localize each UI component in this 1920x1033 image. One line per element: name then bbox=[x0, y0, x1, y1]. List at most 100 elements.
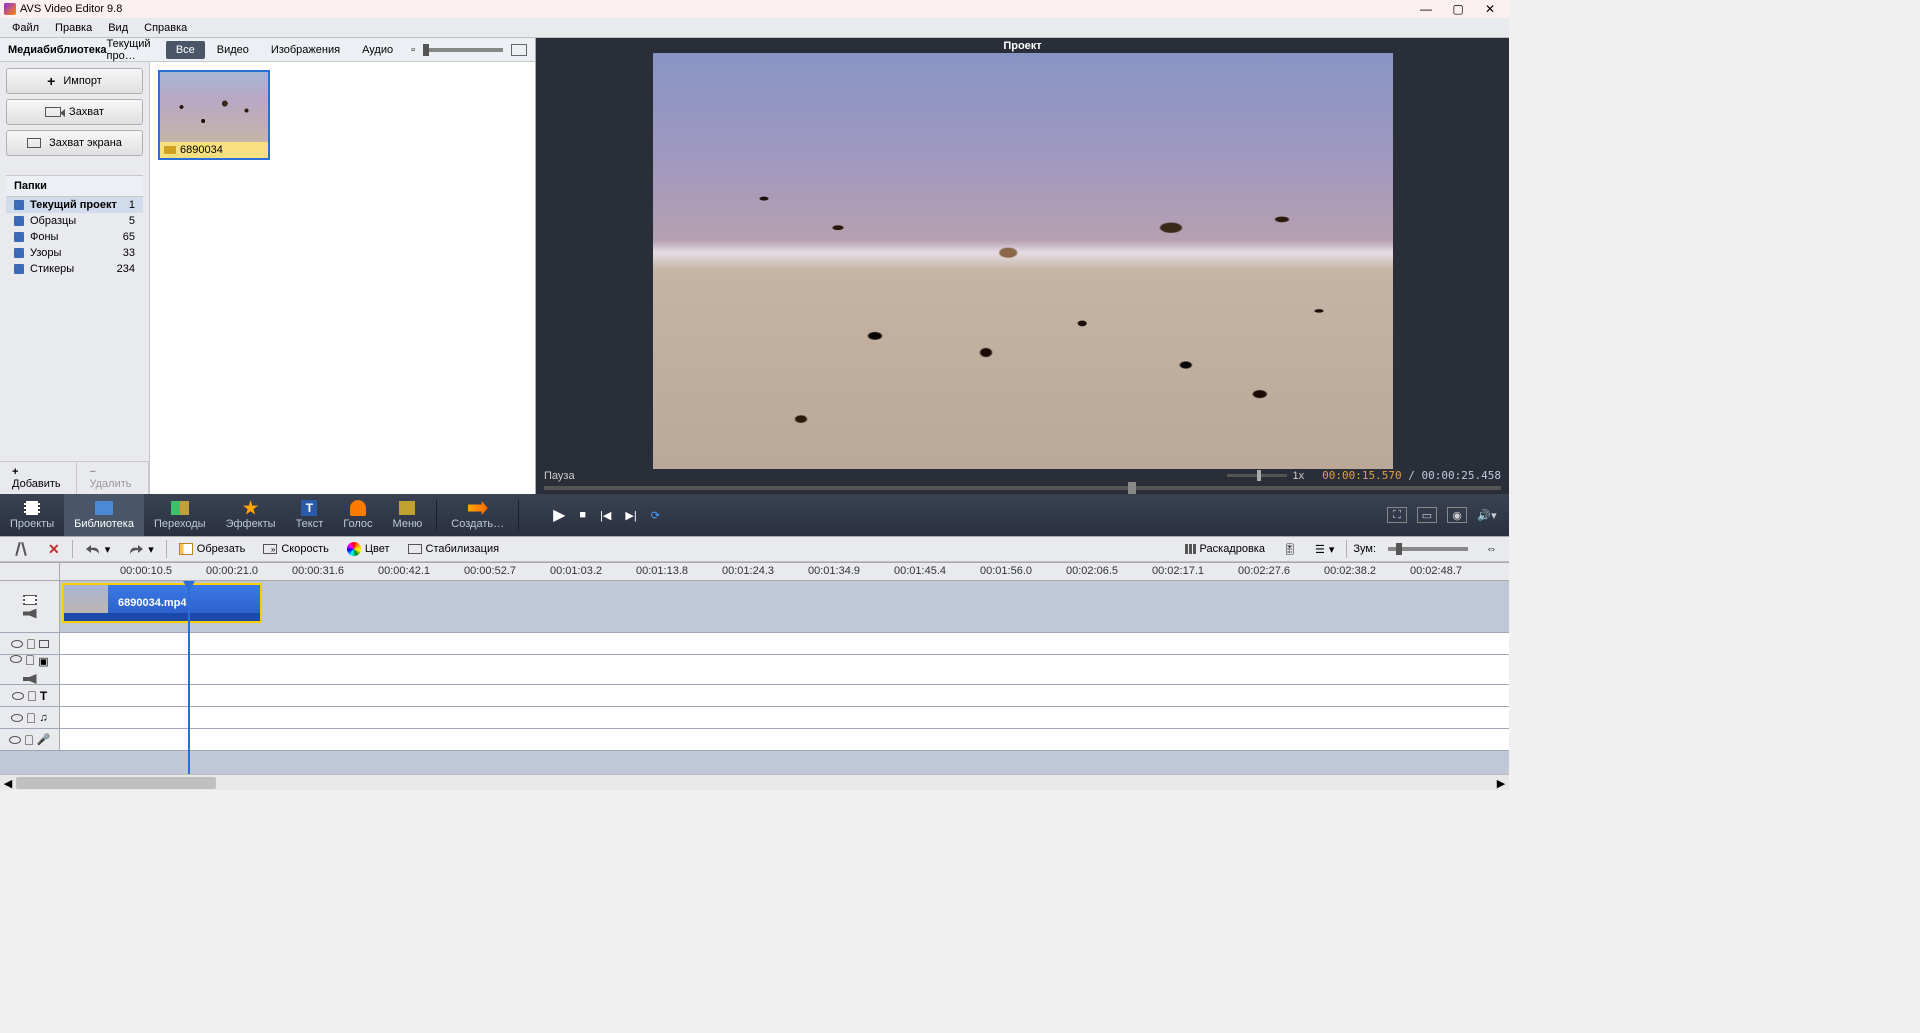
lock-icon[interactable] bbox=[25, 735, 33, 745]
prev-frame-button[interactable]: |◀ bbox=[600, 509, 611, 522]
next-frame-button[interactable]: ▶| bbox=[625, 509, 636, 522]
effects-icon bbox=[241, 500, 261, 516]
folder-name: Образцы bbox=[30, 215, 129, 227]
audio-mixer-button[interactable]: 🎚 bbox=[1277, 541, 1303, 558]
maximize-button[interactable]: ▢ bbox=[1451, 2, 1465, 16]
ribbon-projects[interactable]: Проекты bbox=[0, 494, 64, 536]
snapshot-button[interactable]: ◉ bbox=[1447, 507, 1467, 523]
video-clip[interactable]: 6890034.mp4 bbox=[62, 583, 262, 623]
thumb-small-icon[interactable]: ▫ bbox=[411, 44, 415, 56]
timeline-settings-button[interactable]: ☰▾ bbox=[1309, 541, 1340, 558]
fullscreen-button[interactable]: ⛶ bbox=[1387, 507, 1407, 523]
speed-button[interactable]: » Скорость bbox=[257, 541, 335, 557]
horizontal-scrollbar[interactable]: ◀ ▶ bbox=[0, 774, 1509, 790]
text-icon: T bbox=[40, 689, 47, 703]
ribbon-effects[interactable]: Эффекты bbox=[216, 494, 286, 536]
eye-icon[interactable] bbox=[9, 736, 21, 744]
eye-icon[interactable] bbox=[10, 655, 22, 663]
plus-icon: + bbox=[47, 73, 55, 89]
menu-file[interactable]: Файл bbox=[4, 20, 47, 36]
x-icon: ✕ bbox=[48, 541, 60, 558]
clip-audio-strip bbox=[64, 613, 260, 621]
voice-track-head: 🎤 bbox=[0, 729, 60, 750]
menu-help[interactable]: Справка bbox=[136, 20, 195, 36]
folder-row[interactable]: Фоны65 bbox=[6, 229, 143, 245]
storyboard-button[interactable]: Раскадровка bbox=[1179, 541, 1271, 557]
timeline-ruler[interactable]: 00:00:10.500:00:21.000:00:31.600:00:42.1… bbox=[0, 563, 1509, 581]
filter-tab-audio[interactable]: Аудио bbox=[352, 41, 403, 59]
timeline-toolbar: ✕ ▾ ▾ Обрезать » Скорость Цвет Стабилиза… bbox=[0, 536, 1509, 562]
folders-header: Папки bbox=[6, 176, 143, 197]
trim-button[interactable]: Обрезать bbox=[173, 541, 252, 557]
folder-name: Узоры bbox=[30, 247, 123, 259]
ruler-tick: 00:02:06.5 bbox=[1066, 565, 1118, 577]
fit-icon: ⇔ bbox=[1486, 543, 1497, 555]
folder-row[interactable]: Узоры33 bbox=[6, 245, 143, 261]
undo-button[interactable]: ▾ bbox=[79, 541, 117, 558]
app-title: AVS Video Editor 9.8 bbox=[20, 3, 1419, 15]
media-thumb[interactable]: 6890034 bbox=[158, 70, 270, 160]
undo-icon bbox=[85, 543, 101, 555]
loop-button[interactable]: ⟳ bbox=[651, 509, 660, 522]
ribbon-library[interactable]: Библиотека bbox=[64, 494, 144, 536]
transitions-icon bbox=[170, 500, 190, 516]
scroll-thumb[interactable] bbox=[16, 777, 216, 789]
lock-icon[interactable] bbox=[28, 691, 36, 701]
delete-clip-button[interactable]: ✕ bbox=[42, 539, 66, 560]
scroll-left-arrow[interactable]: ◀ bbox=[0, 775, 16, 791]
current-project-dropdown[interactable]: Текущий про… bbox=[107, 38, 156, 62]
menu-view[interactable]: Вид bbox=[100, 20, 136, 36]
scroll-right-arrow[interactable]: ▶ bbox=[1493, 775, 1509, 791]
thumbnail-zoom-slider[interactable] bbox=[423, 48, 503, 52]
screen-capture-button[interactable]: Захват экрана bbox=[6, 130, 143, 156]
ribbon-transitions[interactable]: Переходы bbox=[144, 494, 216, 536]
preview-viewport[interactable] bbox=[653, 53, 1393, 469]
filter-tab-images[interactable]: Изображения bbox=[261, 41, 350, 59]
menu-edit[interactable]: Правка bbox=[47, 20, 100, 36]
add-folder-button[interactable]: + Добавить bbox=[0, 462, 77, 494]
capture-button[interactable]: Захват bbox=[6, 99, 143, 125]
lock-icon[interactable] bbox=[27, 639, 35, 649]
ribbon-text[interactable]: TТекст bbox=[286, 494, 334, 536]
folder-count: 33 bbox=[123, 247, 135, 259]
delete-folder-button[interactable]: − Удалить bbox=[77, 462, 149, 494]
ribbon-voice[interactable]: Голос bbox=[333, 494, 382, 536]
aspect-button[interactable]: ▭ bbox=[1417, 507, 1437, 523]
filter-tab-video[interactable]: Видео bbox=[207, 41, 259, 59]
split-button[interactable] bbox=[6, 538, 36, 560]
fit-timeline-button[interactable]: ⇔ bbox=[1480, 541, 1503, 557]
storyboard-icon bbox=[1185, 544, 1196, 554]
text-icon: T bbox=[299, 500, 319, 516]
color-button[interactable]: Цвет bbox=[341, 540, 396, 558]
eye-icon[interactable] bbox=[11, 714, 23, 722]
filter-tab-all[interactable]: Все bbox=[166, 41, 205, 59]
speed-slider[interactable] bbox=[1227, 474, 1287, 477]
media-library-panel: Медиабиблиотека Текущий про… Все Видео И… bbox=[0, 38, 536, 494]
seek-bar[interactable] bbox=[536, 482, 1509, 494]
stop-button[interactable]: ■ bbox=[579, 509, 586, 521]
lock-icon[interactable] bbox=[27, 713, 35, 723]
eye-icon[interactable] bbox=[12, 692, 24, 700]
ribbon-create[interactable]: Создать… bbox=[441, 494, 514, 536]
play-button[interactable]: ▶ bbox=[553, 505, 565, 525]
folder-row[interactable]: Текущий проект1 bbox=[6, 197, 143, 213]
redo-button[interactable]: ▾ bbox=[122, 541, 160, 558]
import-button[interactable]: + Импорт bbox=[6, 68, 143, 94]
folder-icon bbox=[14, 248, 24, 258]
folder-icon bbox=[14, 264, 24, 274]
folder-row[interactable]: Образцы5 bbox=[6, 213, 143, 229]
app-icon bbox=[4, 3, 16, 15]
stabilize-button[interactable]: Стабилизация bbox=[402, 541, 506, 557]
thumb-large-icon[interactable] bbox=[511, 44, 527, 56]
eye-icon[interactable] bbox=[11, 640, 23, 648]
audio-track-icon bbox=[23, 674, 37, 684]
folder-row[interactable]: Стикеры234 bbox=[6, 261, 143, 277]
lock-icon[interactable] bbox=[26, 655, 34, 665]
timeline-zoom-slider[interactable] bbox=[1388, 547, 1468, 551]
ruler-tick: 00:01:34.9 bbox=[808, 565, 860, 577]
ribbon-menu[interactable]: Меню bbox=[383, 494, 433, 536]
volume-button[interactable]: 🔊▾ bbox=[1477, 507, 1497, 523]
ruler-tick: 00:02:38.2 bbox=[1324, 565, 1376, 577]
close-button[interactable]: ✕ bbox=[1483, 2, 1497, 16]
minimize-button[interactable]: — bbox=[1419, 2, 1433, 16]
